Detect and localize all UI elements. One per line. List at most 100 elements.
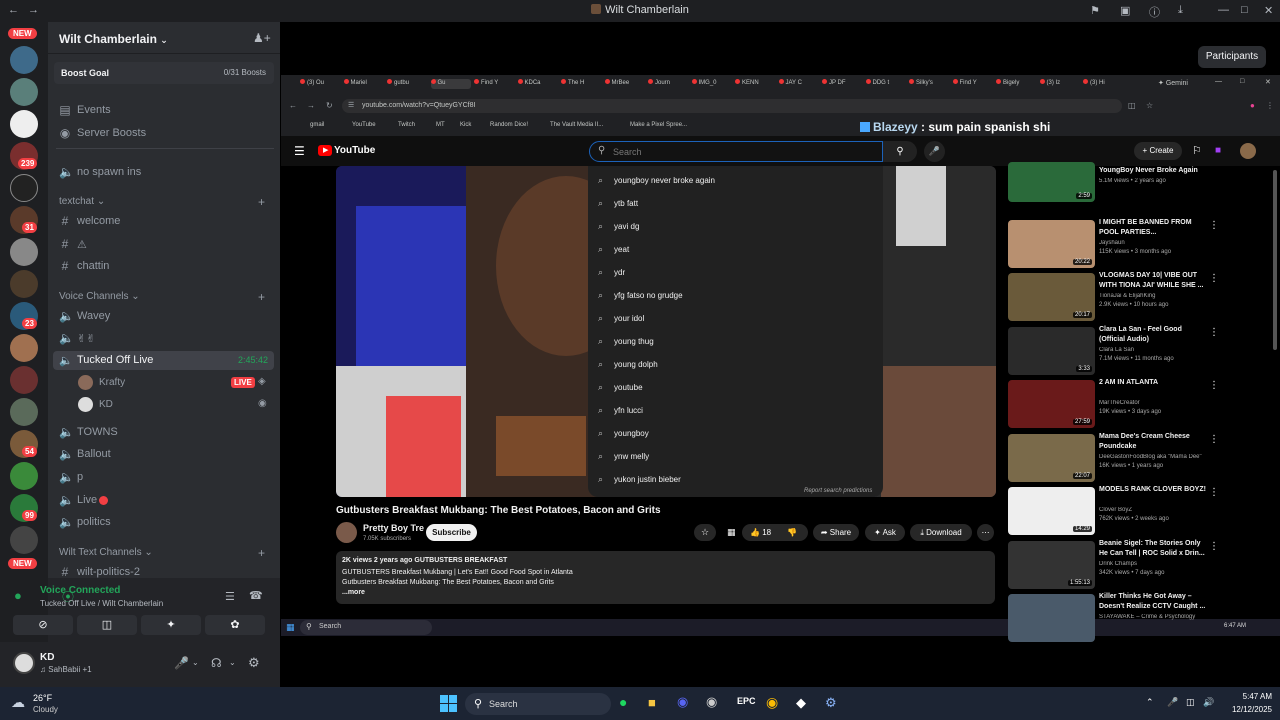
more-dots-icon[interactable]: ⋮	[1209, 541, 1219, 552]
add-channel-icon[interactable]: +	[258, 195, 265, 209]
invite-icon[interactable]: ♟+	[253, 31, 271, 45]
search-button[interactable]: ⚲	[883, 141, 917, 162]
microphone-icon[interactable]: 🎤	[174, 656, 189, 670]
pin-icon[interactable]: ⚑	[1090, 4, 1100, 17]
more-dots-icon[interactable]: ⋮	[1209, 327, 1219, 338]
video-thumbnail[interactable]: 27:59	[1008, 380, 1095, 428]
search-suggestion[interactable]: ⌕ yavi dg	[598, 220, 868, 232]
weather-status[interactable]: Cloudy	[33, 705, 58, 714]
related-video[interactable]: 27:59 2 AM IN ATLANTA MarTheCreator 19K vie…	[1008, 379, 1270, 430]
settings-gear-icon[interactable]: ⚙	[248, 655, 260, 671]
bookmark-item[interactable]: The Vault Media II...	[550, 122, 603, 128]
more-dots-icon[interactable]: ⋮	[1209, 380, 1219, 391]
channel-wilt-politics[interactable]: # wilt-politics-2	[59, 565, 140, 579]
share-button[interactable]: ➦ Share	[813, 524, 859, 541]
browser-tab[interactable]: MrBee	[604, 79, 645, 89]
channel-politics[interactable]: 🔈 politics	[59, 515, 111, 529]
server-icon[interactable]	[10, 270, 38, 298]
chevron-down-icon[interactable]: ⌄	[229, 658, 236, 667]
bookmark-item[interactable]: MT	[436, 122, 445, 128]
dislike-button[interactable]: 👎	[787, 524, 797, 541]
bookmark-item[interactable]: Kick	[460, 122, 471, 128]
browser-tab[interactable]: JAY C	[778, 79, 819, 89]
browser-tab[interactable]: Mariel	[343, 79, 384, 89]
steam-icon[interactable]: ⚙	[825, 695, 837, 711]
add-channel-icon[interactable]: +	[258, 290, 265, 304]
video-thumbnail[interactable]: 14:29	[1008, 487, 1095, 535]
notifications-bell-icon[interactable]: ⚐	[1192, 144, 1202, 157]
related-video[interactable]: 3:33 Clara La San - Feel Good (Official A…	[1008, 326, 1270, 377]
menu-dots-icon[interactable]: ⋮	[1266, 101, 1274, 110]
like-button[interactable]: 👍 18	[750, 524, 771, 541]
minimize-icon[interactable]: —	[1218, 4, 1229, 16]
clock-date[interactable]: 12/12/2025	[1220, 705, 1272, 714]
video-thumbnail[interactable]: 2:59	[1008, 162, 1095, 202]
bookmark-item[interactable]: YouTube	[352, 122, 376, 128]
discord-icon[interactable]: ◉	[677, 694, 688, 710]
more-dots-icon[interactable]: ⋮	[1209, 220, 1219, 231]
site-info-icon[interactable]: ☰	[348, 101, 354, 109]
server-icon[interactable]	[10, 238, 38, 266]
address-bar[interactable]: ☰ youtube.com/watch?v=QtueyGYCf8I	[342, 99, 1122, 113]
close-icon[interactable]: ✕	[1264, 4, 1273, 17]
voice-location[interactable]: Tucked Off Live / Wilt Chamberlain	[40, 599, 163, 608]
video-thumbnail[interactable]: 20:22	[1008, 219, 1095, 268]
related-video[interactable]: 20:22 I MIGHT BE BANNED FROM POOL PARTIES…	[1008, 219, 1270, 270]
related-video[interactable]: Killer Thinks He Got Away – Doesn't Real…	[1008, 593, 1270, 644]
search-suggestion[interactable]: ⌕ young thug	[598, 335, 868, 347]
reload-icon[interactable]: ↻	[326, 101, 333, 110]
related-video[interactable]: 20:17 VLOGMAS DAY 10| VIBE OUT WITH TIONA…	[1008, 272, 1270, 323]
minimize-icon[interactable]: —	[1215, 78, 1222, 85]
inbox-icon[interactable]: ▣	[1120, 4, 1130, 17]
browser-tab[interactable]: IMG_0	[691, 79, 732, 89]
channel-tucked-off-active[interactable]: 🔈 Tucked Off Live 2:45:42	[53, 351, 274, 370]
download-icon[interactable]: ⤓	[1178, 4, 1183, 17]
close-icon[interactable]: ✕	[1265, 78, 1271, 86]
camera-off-button[interactable]: ⊘	[13, 615, 73, 635]
volume-icon[interactable]: 🔊	[1203, 697, 1214, 708]
related-video[interactable]: 22:07 Mama Dee's Cream Cheese Poundcake De…	[1008, 433, 1270, 484]
disconnect-icon[interactable]: ☎	[249, 589, 263, 602]
premium-icon[interactable]: ■	[1215, 145, 1221, 156]
maximize-icon[interactable]: □	[1240, 78, 1244, 85]
related-video[interactable]: 14:29 MODELS RANK CLOVER BOYZ! Clover BoyZ…	[1008, 486, 1270, 537]
more-dots-icon[interactable]: ⋮	[1209, 487, 1219, 498]
forward-arrow-icon[interactable]: →	[307, 101, 315, 110]
github-icon[interactable]: ◉	[706, 694, 717, 710]
boost-goal-bar[interactable]: Boost Goal 0/31 Boosts	[54, 62, 274, 84]
server-icon[interactable]	[10, 46, 38, 74]
temperature[interactable]: 26°F	[33, 693, 52, 703]
channel-name[interactable]: Pretty Boy Tre	[363, 523, 424, 533]
bookmark-item[interactable]: gmail	[310, 122, 324, 128]
channel-warning[interactable]: # ⚠	[59, 237, 87, 251]
add-channel-icon[interactable]: +	[258, 546, 265, 560]
bookmark-item[interactable]: Make a Pixel Spree...	[630, 122, 687, 128]
browser-tab[interactable]: Find Y	[952, 79, 993, 89]
browser-tab[interactable]: KDCa	[517, 79, 558, 89]
bookmark-star-icon[interactable]: ☆	[1146, 101, 1153, 110]
browser-tab[interactable]: KENN	[735, 79, 775, 89]
search-suggestion[interactable]: ⌕ your idol	[598, 312, 868, 324]
category-wilt-text[interactable]: Wilt Text Channels ⌄	[59, 547, 153, 558]
spotify-icon[interactable]: ●	[619, 694, 627, 710]
back-arrow-icon[interactable]: ←	[289, 101, 297, 110]
chevron-down-icon[interactable]: ⌄	[192, 658, 199, 667]
download-button[interactable]: ⤓ Download	[910, 524, 972, 541]
help-icon[interactable]: ⓘ	[1149, 4, 1160, 20]
hamburger-menu-icon[interactable]: ☰	[294, 144, 305, 158]
search-suggestion[interactable]: ⌕ ynw melly	[598, 450, 868, 462]
screen-share-button[interactable]: ◫	[77, 615, 137, 635]
channel-no-spawn[interactable]: 🔈 no spawn ins	[59, 165, 141, 179]
eye-icon[interactable]: ◈	[258, 376, 266, 387]
create-button[interactable]: + Create	[1134, 142, 1182, 160]
more-actions-button[interactable]: ⋯	[977, 524, 994, 541]
channel-wavey[interactable]: 🔈 Wavey	[59, 309, 110, 323]
channel-chattin[interactable]: # chattin	[59, 259, 110, 273]
gemini-button[interactable]: ✦ Gemini	[1158, 79, 1188, 87]
bookmark-item[interactable]: Random Dice!	[490, 122, 528, 128]
search-suggestion[interactable]: ⌕ yukon justin bieber	[598, 473, 868, 485]
browser-tab[interactable]: Find Y	[474, 79, 514, 89]
server-icon[interactable]	[10, 398, 38, 426]
avatar[interactable]	[13, 652, 35, 674]
related-video[interactable]: 2:59 YoungBoy Never Broke Again 5.1M views…	[1008, 162, 1270, 216]
